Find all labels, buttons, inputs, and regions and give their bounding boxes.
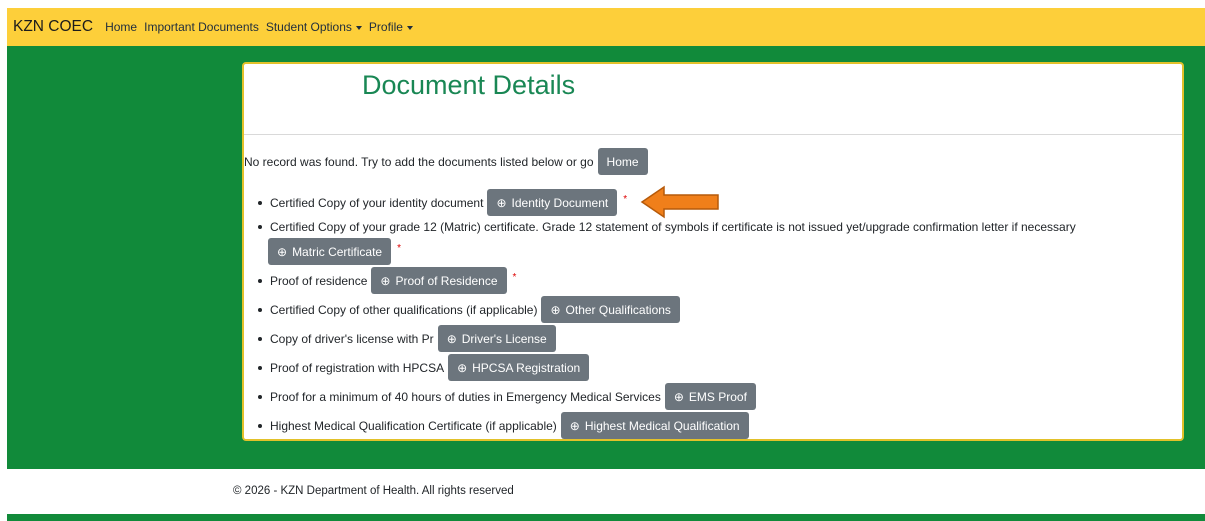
document-description: Proof for a minimum of 40 hours of dutie… bbox=[270, 389, 661, 404]
button-label: Other Qualifications bbox=[565, 302, 671, 317]
plus-circle-icon: ⊕ bbox=[496, 195, 507, 210]
nav-student-options-label: Student Options bbox=[265, 20, 352, 34]
plus-circle-icon: ⊕ bbox=[277, 244, 288, 259]
footer-bar bbox=[7, 514, 1205, 521]
plus-circle-icon: ⊕ bbox=[380, 273, 391, 288]
matric-certificate-button[interactable]: ⊕ Matric Certificate bbox=[268, 238, 392, 265]
button-label: EMS Proof bbox=[688, 389, 747, 404]
bullet-icon bbox=[258, 307, 262, 312]
document-description: Certified Copy of your grade 12 (Matric)… bbox=[270, 220, 1076, 234]
no-record-message: No record was found. Try to add the docu… bbox=[244, 148, 648, 175]
home-button[interactable]: Home bbox=[597, 148, 648, 175]
identity-document-button[interactable]: ⊕ Identity Document bbox=[487, 189, 618, 216]
required-marker: * bbox=[397, 243, 401, 254]
bullet-icon bbox=[258, 365, 262, 370]
hpcsa-registration-button[interactable]: ⊕ HPCSA Registration bbox=[448, 354, 590, 381]
proof-of-residence-button[interactable]: ⊕ Proof of Residence bbox=[371, 267, 507, 294]
button-label: Identity Document bbox=[511, 195, 609, 210]
bullet-icon bbox=[258, 225, 262, 229]
ems-proof-button[interactable]: ⊕ EMS Proof bbox=[664, 383, 756, 410]
button-label: HPCSA Registration bbox=[472, 360, 581, 375]
caret-down-icon bbox=[355, 25, 362, 30]
button-label: Highest Medical Qualification bbox=[584, 418, 740, 433]
footer-copyright: © 2026 - KZN Department of Health. All r… bbox=[233, 485, 514, 497]
button-label: Driver's License bbox=[461, 331, 547, 346]
list-item-other-qualifications: Certified Copy of other qualifications (… bbox=[258, 295, 1076, 324]
button-label: Proof of Residence bbox=[395, 273, 498, 288]
no-record-text: No record was found. Try to add the docu… bbox=[244, 154, 594, 169]
required-marker: * bbox=[512, 272, 517, 283]
plus-circle-icon: ⊕ bbox=[457, 360, 468, 375]
list-item-drivers-license: Copy of driver's license with Pr ⊕ Driver… bbox=[258, 324, 1076, 353]
nav-important-documents[interactable]: Important Documents bbox=[144, 20, 259, 34]
document-details-card: Document Details No record was found. Tr… bbox=[242, 62, 1184, 441]
bullet-icon bbox=[258, 336, 262, 341]
document-description: Certified Copy of your identity document bbox=[270, 195, 484, 210]
bullet-icon bbox=[258, 423, 262, 428]
card-divider bbox=[244, 134, 1182, 135]
highest-medical-qualification-button[interactable]: ⊕ Highest Medical Qualification bbox=[560, 412, 749, 439]
nav-home[interactable]: Home bbox=[105, 20, 137, 34]
arrow-left-icon bbox=[640, 185, 719, 219]
plus-circle-icon: ⊕ bbox=[569, 418, 580, 433]
nav-profile-label: Profile bbox=[368, 20, 403, 34]
plus-circle-icon: ⊕ bbox=[446, 331, 457, 346]
button-label: Matric Certificate bbox=[292, 244, 383, 259]
document-list: Certified Copy of your identity document… bbox=[258, 188, 1076, 440]
list-item-highest-medical: Highest Medical Qualification Certificat… bbox=[258, 411, 1076, 440]
list-item-hpcsa: Proof of registration with HPCSA ⊕ HPCSA … bbox=[258, 353, 1076, 382]
list-item-ems: Proof for a minimum of 40 hours of dutie… bbox=[258, 382, 1076, 411]
caret-down-icon bbox=[406, 25, 413, 30]
bullet-icon bbox=[258, 394, 262, 399]
other-qualifications-button[interactable]: ⊕ Other Qualifications bbox=[541, 296, 680, 323]
drivers-license-button[interactable]: ⊕ Driver's License bbox=[437, 325, 556, 352]
document-description: Certified Copy of other qualifications (… bbox=[270, 302, 538, 317]
document-description: Highest Medical Qualification Certificat… bbox=[270, 418, 557, 433]
bullet-icon bbox=[258, 278, 262, 283]
required-marker: * bbox=[623, 194, 628, 205]
page-title: Document Details bbox=[362, 70, 576, 100]
plus-circle-icon: ⊕ bbox=[550, 302, 561, 317]
top-navbar: KZN COEC Home Important Documents Studen… bbox=[7, 8, 1205, 46]
plus-circle-icon: ⊕ bbox=[673, 389, 684, 404]
bullet-icon bbox=[258, 200, 262, 205]
nav-profile-dropdown[interactable]: Profile bbox=[369, 20, 413, 34]
document-description: Proof of residence bbox=[270, 273, 368, 288]
list-item-matric: Certified Copy of your grade 12 (Matric)… bbox=[258, 217, 1076, 266]
document-description: Copy of driver's license with Pr bbox=[270, 331, 434, 346]
list-item-residence: Proof of residence ⊕ Proof of Residence * bbox=[258, 266, 1076, 295]
navbar-brand[interactable]: KZN COEC bbox=[13, 18, 93, 36]
nav-student-options-dropdown[interactable]: Student Options bbox=[266, 20, 362, 34]
document-description: Proof of registration with HPCSA bbox=[270, 360, 445, 375]
